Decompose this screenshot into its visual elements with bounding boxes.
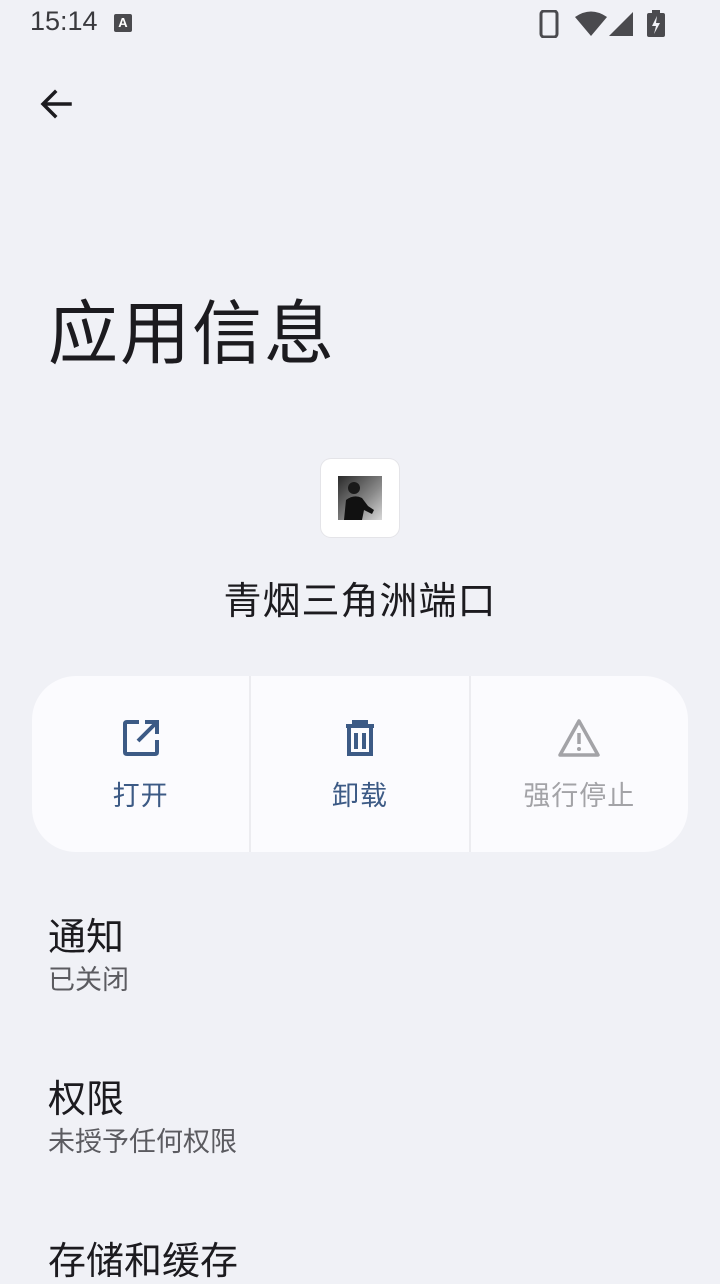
back-button[interactable] <box>26 76 86 132</box>
open-external-icon <box>122 720 159 756</box>
trash-icon <box>345 720 374 756</box>
keyboard-input-icon: A <box>114 14 132 32</box>
signal-icon <box>609 12 633 36</box>
app-icon-photo <box>338 476 382 520</box>
page-title: 应用信息 <box>48 293 336 375</box>
wifi-icon <box>575 11 607 36</box>
pref-storage[interactable]: 存储和缓存 <box>48 1238 688 1284</box>
uninstall-button[interactable]: 卸载 <box>249 676 468 852</box>
pref-permissions[interactable]: 权限 未授予任何权限 <box>48 1076 688 1160</box>
app-icon <box>321 459 399 537</box>
app-name: 青烟三角洲端口 <box>223 579 497 623</box>
pref-notifications[interactable]: 通知 已关闭 <box>48 914 688 998</box>
pref-permissions-summary: 未授予任何权限 <box>48 1127 237 1158</box>
battery-charging-icon <box>647 10 665 37</box>
pref-storage-title: 存储和缓存 <box>48 1239 239 1283</box>
warning-icon <box>558 719 601 757</box>
pref-permissions-title: 权限 <box>48 1077 125 1121</box>
pref-notifications-summary: 已关闭 <box>48 965 129 996</box>
arrow-back-icon <box>40 89 72 119</box>
open-button-label: 打开 <box>112 781 169 812</box>
status-time: 15:14 <box>30 6 98 36</box>
pref-notifications-title: 通知 <box>48 915 125 959</box>
open-button[interactable]: 打开 <box>32 676 249 852</box>
force-stop-button-label: 强行停止 <box>523 781 636 812</box>
action-buttons-card: 打开 卸载 强行停止 <box>32 676 688 852</box>
uninstall-button-label: 卸载 <box>331 781 388 812</box>
phone-icon <box>539 10 559 38</box>
status-bar: 15:14 A <box>0 0 720 48</box>
force-stop-button[interactable]: 强行停止 <box>468 676 688 852</box>
